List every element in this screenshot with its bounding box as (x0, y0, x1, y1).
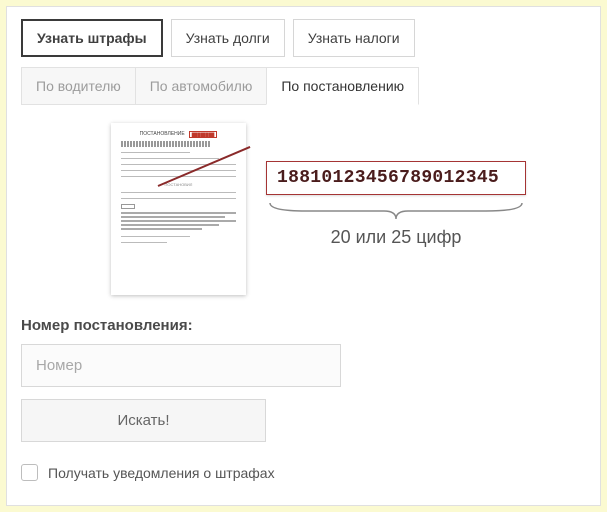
notifications-checkbox[interactable] (21, 464, 38, 481)
example-illustration: ПОСТАНОВЛЕНИЕ ████████ ПОСТАНОВИЛ 188101… (111, 123, 586, 295)
subtab-by-car[interactable]: По автомобилю (135, 67, 268, 105)
top-tabs: Узнать штрафы Узнать долги Узнать налоги (21, 19, 586, 57)
tab-fines[interactable]: Узнать штрафы (21, 19, 163, 57)
subtab-by-order[interactable]: По постановлению (266, 67, 419, 105)
tab-debts[interactable]: Узнать долги (171, 19, 285, 57)
tab-taxes[interactable]: Узнать налоги (293, 19, 415, 57)
brace-icon (266, 201, 526, 221)
subtab-by-driver[interactable]: По водителю (21, 67, 136, 105)
order-number-input[interactable] (21, 344, 341, 387)
notifications-row[interactable]: Получать уведомления о штрафах (21, 464, 586, 481)
main-panel: Узнать штрафы Узнать долги Узнать налоги… (6, 6, 601, 506)
order-number-label: Номер постановления: (21, 317, 586, 334)
sub-tabs: По водителю По автомобилю По постановлен… (21, 67, 586, 105)
search-button[interactable]: Искать! (21, 399, 266, 442)
notifications-label: Получать уведомления о штрафах (48, 465, 275, 481)
document-thumbnail: ПОСТАНОВЛЕНИЕ ████████ ПОСТАНОВИЛ (111, 123, 246, 295)
example-number: 18810123456789012345 (266, 161, 526, 195)
example-callout: 18810123456789012345 20 или 25 цифр (266, 123, 526, 248)
example-caption: 20 или 25 цифр (266, 227, 526, 248)
